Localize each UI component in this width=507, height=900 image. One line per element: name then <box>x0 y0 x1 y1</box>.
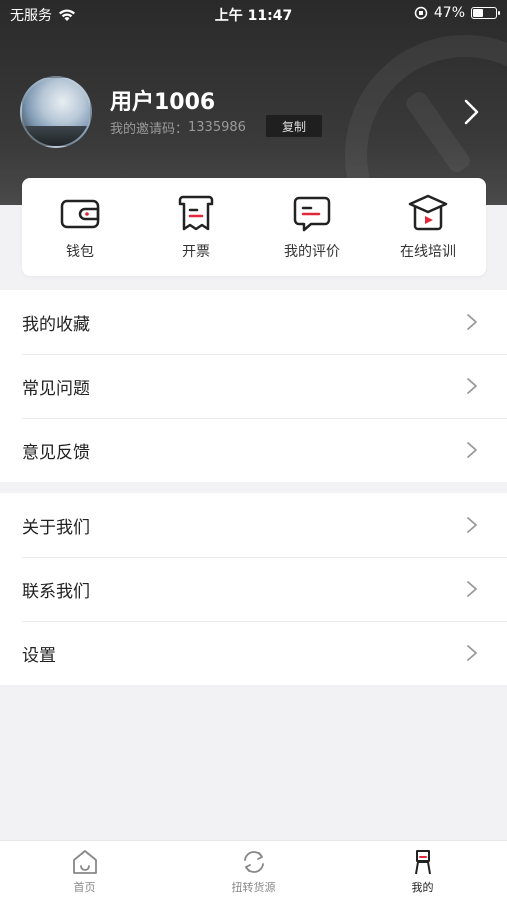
invite-code: 1335986 <box>188 120 246 135</box>
chevron-right-icon <box>467 314 477 330</box>
menu-group-secondary: 关于我们 联系我们 设置 <box>0 493 507 685</box>
battery-percent: 47% <box>433 5 465 21</box>
home-icon <box>72 850 97 874</box>
chevron-right-icon <box>467 378 477 394</box>
tab-label: 扭转货源 <box>231 881 276 894</box>
chevron-right-icon <box>467 442 477 458</box>
menu-item-feedback[interactable]: 意见反馈 <box>0 418 507 482</box>
menu-item-favorites[interactable]: 我的收藏 <box>0 290 507 354</box>
quick-actions-card: 钱包 开票 我的评价 在线培训 <box>22 178 486 276</box>
tab-home[interactable]: 首页 <box>0 841 169 900</box>
tab-label: 首页 <box>73 881 96 894</box>
menu-item-faq[interactable]: 常见问题 <box>0 354 507 418</box>
menu-item-label: 我的收藏 <box>22 314 90 335</box>
quick-action-invoice[interactable]: 开票 <box>146 193 246 261</box>
tab-bar: 首页 扭转货源 我的 <box>0 840 507 900</box>
quick-action-label: 我的评价 <box>284 244 340 260</box>
chevron-right-icon[interactable] <box>460 98 482 126</box>
refresh-icon <box>243 851 264 873</box>
chevron-right-icon <box>467 517 477 533</box>
training-icon <box>408 194 448 231</box>
menu-item-label: 关于我们 <box>22 517 90 538</box>
quick-action-label: 在线培训 <box>400 244 456 260</box>
quick-action-label: 钱包 <box>66 244 94 260</box>
invoice-icon <box>178 195 214 231</box>
menu-item-contact[interactable]: 联系我们 <box>0 557 507 621</box>
profile-icon <box>414 850 431 875</box>
menu-item-label: 意见反馈 <box>22 442 90 463</box>
quick-action-label: 开票 <box>182 244 210 260</box>
chevron-right-icon <box>467 581 477 597</box>
tab-profile[interactable]: 我的 <box>338 841 507 900</box>
status-bar: 无服务 上午 11:47 47% <box>0 0 507 28</box>
menu-item-about[interactable]: 关于我们 <box>0 493 507 557</box>
quick-action-wallet[interactable]: 钱包 <box>30 193 130 261</box>
invite-code-row: 我的邀请码： 1335986 <box>110 118 246 137</box>
copy-button[interactable]: 复制 <box>266 115 322 137</box>
avatar[interactable] <box>20 76 92 148</box>
username: 用户1006 <box>110 90 216 115</box>
tab-cargo[interactable]: 扭转货源 <box>169 841 338 900</box>
chevron-right-icon <box>467 645 477 661</box>
review-icon <box>293 196 331 232</box>
invite-label: 我的邀请码： <box>110 122 189 137</box>
wallet-icon <box>60 199 100 229</box>
menu-item-label: 设置 <box>22 645 56 666</box>
battery-icon <box>471 7 500 19</box>
menu-item-settings[interactable]: 设置 <box>0 621 507 685</box>
menu-group-primary: 我的收藏 常见问题 意见反馈 <box>0 290 507 482</box>
menu-item-label: 联系我们 <box>22 581 90 602</box>
quick-action-review[interactable]: 我的评价 <box>262 193 362 261</box>
quick-action-training[interactable]: 在线培训 <box>378 193 478 261</box>
tab-label: 我的 <box>411 881 434 894</box>
menu-item-label: 常见问题 <box>22 378 90 399</box>
orientation-lock-icon <box>414 6 428 20</box>
